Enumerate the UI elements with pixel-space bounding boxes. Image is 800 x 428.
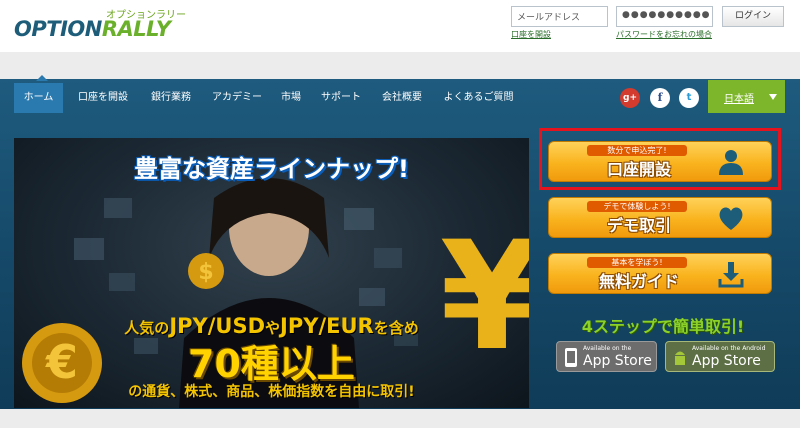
download-icon (718, 262, 744, 288)
open-account-link[interactable]: 口座を開設 (511, 29, 551, 40)
free-guide-button[interactable]: 基本を学ぼう! 無料ガイド (548, 253, 772, 294)
facebook-icon[interactable]: f (650, 88, 670, 108)
email-field[interactable]: メールアドレス (511, 6, 608, 27)
cta-demo-label: デモ取引 (606, 216, 671, 235)
android-store-label: App Store (692, 353, 761, 369)
password-field[interactable]: ●●●●●●●●●● (616, 6, 713, 27)
nav-support[interactable]: サポート (317, 83, 365, 113)
nav-market[interactable]: 市場 (276, 83, 306, 113)
banner-tagline: の通貨、株式、商品、株価指数を自由に取引! (128, 384, 415, 400)
nav-company[interactable]: 会社概要 (377, 83, 427, 113)
forgot-password-link[interactable]: パスワードをお忘れの場合 (616, 29, 712, 40)
logo-wordmark: OPTIONRALLY (14, 17, 171, 41)
nav-academy[interactable]: アカデミー (204, 83, 270, 113)
nav-open-account[interactable]: 口座を開設 (70, 83, 136, 113)
svg-text:$: $ (198, 260, 213, 285)
footer-strip (0, 409, 800, 428)
cta-demo-small: デモで体験しよう! (587, 201, 687, 212)
cta-guide-small: 基本を学ぼう! (587, 257, 687, 268)
chevron-down-icon (769, 94, 777, 100)
site-header: オプションラリー OPTIONRALLY メールアドレス ●●●●●●●●●● … (0, 0, 800, 52)
login-button[interactable]: ログイン (722, 6, 784, 27)
app-store-label: App Store (583, 353, 652, 369)
site-logo[interactable]: オプションラリー OPTIONRALLY (14, 6, 186, 46)
app-store-small: Available on the (583, 345, 632, 352)
open-account-highlight (539, 128, 781, 190)
android-store-badge[interactable]: Available on the Android App Store (665, 341, 775, 372)
cta-guide-label: 無料ガイド (598, 272, 679, 291)
app-store-badge[interactable]: Available on the App Store (556, 341, 657, 372)
google-plus-icon[interactable]: g+ (620, 88, 640, 108)
banner-title: 豊富な資産ラインナップ! (134, 155, 409, 183)
nav-banking[interactable]: 銀行業務 (141, 83, 201, 113)
language-selector[interactable]: 日本語 (708, 80, 785, 113)
banner-headline: 70種以上 (188, 342, 355, 386)
android-icon (675, 351, 685, 365)
steps-heading: 4ステップで簡単取引! (581, 317, 745, 336)
android-store-small: Available on the Android (692, 345, 766, 352)
nav-home[interactable]: ホーム (14, 83, 63, 113)
language-label: 日本語 (724, 94, 754, 105)
promo-banner[interactable]: € $ ¥ 豊富な資産ラインナップ! 人気のJPY/USDやJPY/EURを含め… (14, 138, 529, 408)
logo-option: OPTION (14, 17, 102, 41)
phone-icon (565, 348, 577, 367)
demo-trade-button[interactable]: デモで体験しよう! デモ取引 (548, 197, 772, 238)
logo-rally: RALLY (101, 17, 171, 41)
heart-icon (719, 207, 743, 230)
nav-faq[interactable]: よくあるご質問 (437, 83, 520, 113)
nav-active-caret (36, 75, 48, 81)
twitter-icon[interactable]: t (679, 88, 699, 108)
